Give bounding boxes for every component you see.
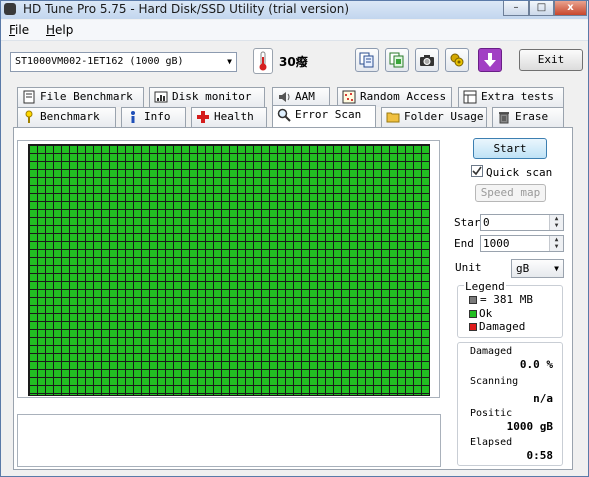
app-window: HD Tune Pro 5.75 - Hard Disk/SSD Utility… bbox=[0, 0, 589, 477]
position-stat-label: Positic bbox=[470, 408, 513, 419]
maximize-button[interactable]: □ bbox=[529, 1, 554, 16]
tab-info-label: Info bbox=[144, 110, 171, 123]
start-field-label: Star bbox=[454, 216, 481, 229]
menu-help-mnemonic: H bbox=[46, 23, 56, 37]
scan-block-grid bbox=[28, 144, 430, 396]
temperature-readout: 30癈 bbox=[279, 55, 308, 69]
scan-log-box bbox=[17, 414, 441, 467]
exit-button[interactable]: Exit bbox=[519, 49, 583, 71]
scanning-stat-label: Scanning bbox=[470, 376, 519, 387]
quick-scan-label: Quick scan bbox=[486, 166, 553, 179]
tab-disk-monitor[interactable]: Disk monitor bbox=[149, 87, 265, 107]
file-benchmark-icon bbox=[23, 90, 35, 104]
end-position-input[interactable]: 1000 ▲ ▼ bbox=[480, 235, 564, 252]
tab-benchmark-label: Benchmark bbox=[40, 110, 100, 123]
thermometer-icon bbox=[253, 48, 273, 74]
tab-aam[interactable]: AAM bbox=[272, 87, 330, 107]
options-button[interactable] bbox=[445, 48, 469, 72]
end-field-label: End bbox=[454, 237, 474, 250]
copy-screenshot-icon bbox=[389, 52, 404, 68]
damaged-stat-label: Damaged bbox=[470, 346, 513, 357]
benchmark-icon bbox=[25, 110, 33, 123]
speaker-icon bbox=[279, 92, 290, 102]
tab-extra-tests-label: Extra tests bbox=[481, 90, 554, 103]
copy-screenshot-button[interactable] bbox=[385, 48, 409, 72]
menu-bar: File Help bbox=[1, 20, 588, 41]
tab-aam-label: AAM bbox=[295, 90, 315, 103]
disk-monitor-icon bbox=[154, 91, 168, 103]
save-download-icon bbox=[484, 53, 496, 67]
quick-scan-checkbox[interactable] bbox=[471, 165, 483, 177]
menu-help-label: elp bbox=[55, 23, 74, 37]
tab-folder-usage[interactable]: Folder Usage bbox=[381, 107, 487, 127]
tab-error-scan[interactable]: Error Scan bbox=[272, 105, 376, 127]
save-button[interactable] bbox=[478, 48, 502, 72]
legend-ok-label: Ok bbox=[479, 307, 493, 320]
speed-map-button[interactable]: Speed map bbox=[475, 184, 546, 202]
menu-file[interactable]: File bbox=[9, 23, 29, 37]
tab-disk-monitor-label: Disk monitor bbox=[172, 90, 252, 103]
tab-error-scan-label: Error Scan bbox=[295, 108, 362, 121]
legend-title: Legend bbox=[464, 280, 506, 293]
trash-icon bbox=[499, 112, 509, 124]
tab-health-label: Health bbox=[214, 110, 254, 123]
copy-info-icon bbox=[359, 52, 374, 68]
unit-select-value: gB bbox=[516, 262, 530, 275]
app-logo-icon bbox=[4, 3, 16, 15]
legend-block-swatch bbox=[469, 296, 477, 304]
drive-select-value: ST1000VM002-1ET162 (1000 gB) bbox=[15, 56, 184, 67]
legend-ok-swatch bbox=[469, 310, 477, 318]
chevron-down-icon: ▼ bbox=[554, 264, 559, 273]
end-position-value: 1000 bbox=[483, 237, 510, 250]
elapsed-stat-label: Elapsed bbox=[470, 437, 513, 448]
menu-file-label: ile bbox=[15, 23, 30, 37]
camera-icon bbox=[420, 55, 434, 66]
elapsed-stat-value: 0:58 bbox=[526, 449, 554, 462]
tab-file-benchmark[interactable]: File Benchmark bbox=[17, 87, 144, 107]
start-position-value: 0 bbox=[483, 216, 490, 229]
toolbar: ST1000VM002-1ET162 (1000 gB) ▼ 30癈 Exit bbox=[1, 41, 588, 81]
tab-file-benchmark-label: File Benchmark bbox=[40, 90, 133, 103]
menu-help[interactable]: Help bbox=[46, 23, 73, 37]
scanning-stat-value: n/a bbox=[533, 392, 553, 405]
tab-benchmark[interactable]: Benchmark bbox=[17, 107, 116, 127]
position-stat-value: 1000 gB bbox=[506, 420, 553, 433]
random-access-icon bbox=[342, 90, 356, 104]
spin-arrows-icon[interactable]: ▲ ▼ bbox=[549, 236, 563, 251]
checkmark-icon bbox=[472, 166, 482, 176]
extra-tests-icon bbox=[463, 90, 477, 104]
folder-icon bbox=[386, 112, 400, 123]
tab-info[interactable]: Info bbox=[121, 107, 186, 127]
camera-button[interactable] bbox=[415, 48, 439, 72]
tab-random-access-label: Random Access bbox=[360, 90, 447, 103]
options-icon bbox=[450, 53, 464, 67]
chevron-down-icon: ▼ bbox=[227, 57, 232, 66]
start-button[interactable]: Start bbox=[473, 138, 547, 159]
start-position-input[interactable]: 0 ▲ ▼ bbox=[480, 214, 564, 231]
damaged-stat-value: 0.0 % bbox=[519, 358, 553, 371]
drive-select[interactable]: ST1000VM002-1ET162 (1000 gB) ▼ bbox=[10, 52, 237, 72]
unit-select[interactable]: gB ▼ bbox=[511, 259, 564, 278]
tab-health[interactable]: Health bbox=[191, 107, 267, 127]
info-icon bbox=[131, 111, 135, 123]
tab-extra-tests[interactable]: Extra tests bbox=[458, 87, 564, 107]
magnifier-icon bbox=[277, 108, 291, 122]
legend-block-size: = 381 MB bbox=[480, 293, 533, 306]
close-button[interactable]: x bbox=[554, 1, 587, 16]
health-cross-icon bbox=[197, 111, 209, 123]
tab-erase-label: Erase bbox=[515, 110, 549, 123]
minimize-button[interactable]: – bbox=[503, 1, 529, 16]
legend-damaged-swatch bbox=[469, 323, 477, 331]
copy-info-button[interactable] bbox=[355, 48, 379, 72]
unit-label: Unit bbox=[455, 261, 482, 274]
tab-folder-usage-label: Folder Usage bbox=[404, 110, 484, 123]
tab-random-access[interactable]: Random Access bbox=[337, 87, 452, 107]
legend-damaged-label: Damaged bbox=[479, 320, 526, 333]
window-title: HD Tune Pro 5.75 - Hard Disk/SSD Utility… bbox=[23, 2, 350, 16]
tab-erase[interactable]: Erase bbox=[492, 107, 564, 127]
title-bar: HD Tune Pro 5.75 - Hard Disk/SSD Utility… bbox=[1, 1, 588, 19]
spin-arrows-icon[interactable]: ▲ ▼ bbox=[549, 215, 563, 230]
